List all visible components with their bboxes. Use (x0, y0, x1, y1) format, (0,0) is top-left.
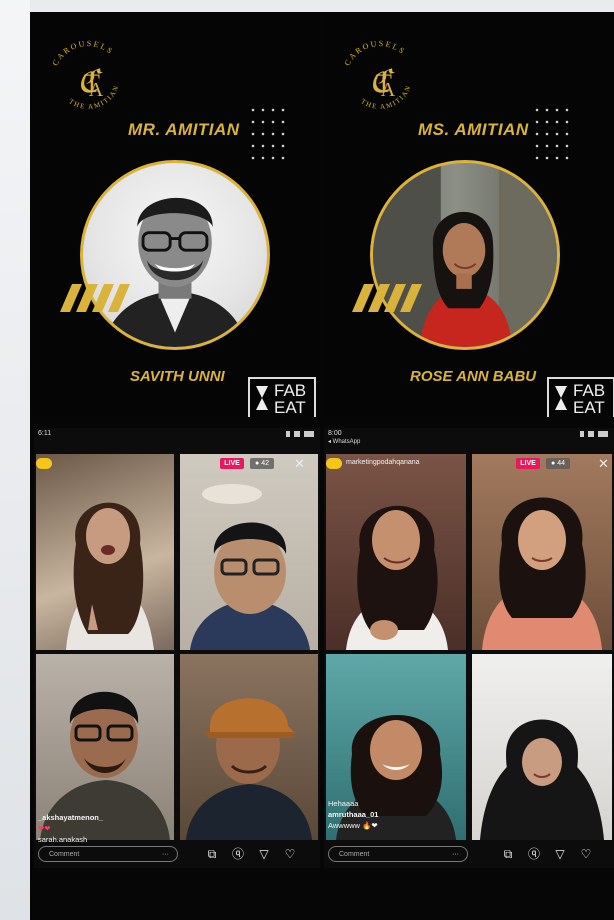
live-badge: LIVE (516, 458, 540, 469)
avatar[interactable] (36, 458, 52, 469)
poster-ms-amitian: CAROUSELS THE AMITIAN ℭ T A MS. AMITIAN … (322, 12, 614, 417)
viewer-count: ● 44 (546, 458, 570, 469)
heart-icon[interactable]: ♡ (282, 846, 298, 862)
avatar[interactable] (326, 458, 342, 469)
video-tile (326, 454, 466, 650)
viewer-count: ● 42 (250, 458, 274, 469)
heart-icon[interactable]: ♡ (578, 846, 594, 862)
portrait-photo (80, 160, 270, 350)
carousels-logo: CAROUSELS THE AMITIAN ℭ T A (343, 39, 412, 111)
fab-eat-logo: FAB EAT (248, 377, 316, 417)
poster-title: MR. AMITIAN (128, 120, 240, 139)
send-icon[interactable]: ▽ (256, 846, 272, 862)
svg-text:A: A (89, 79, 104, 101)
page-background (0, 0, 30, 920)
live-header: marketingpodahqanana LIVE ● 44 ✕ (326, 456, 612, 472)
fab-eat-logo: FAB EAT (547, 377, 614, 417)
comment-item: ❤❤ (38, 824, 51, 833)
svg-text:A: A (381, 79, 396, 101)
camera-flip-icon[interactable]: ⧉ (204, 846, 220, 862)
comment-input[interactable]: Comment ··· (328, 846, 468, 862)
close-icon[interactable]: ✕ (598, 456, 609, 472)
comment-bar: Comment ··· ⧉ ⓠ ▽ ♡ (38, 844, 316, 864)
status-icons (580, 431, 608, 437)
carousels-logo: CAROUSELS THE AMITIAN ℭ T A (51, 39, 120, 111)
question-icon[interactable]: ⓠ (526, 846, 542, 862)
comment-item: amruthaaa_01 (328, 810, 379, 819)
gold-stripes (60, 284, 130, 312)
comment-item: _akshayatmenon_ (38, 813, 104, 822)
live-header: LIVE ● 42 ✕ (36, 456, 318, 472)
comment-bar: Comment ··· ⧉ ⓠ ▽ ♡ (328, 844, 610, 864)
video-tile (472, 654, 612, 840)
contestant-name: SAVITH UNNI (130, 368, 225, 385)
status-time: 8:00 (328, 430, 342, 437)
hourglass-icon (256, 386, 268, 410)
video-tile (180, 454, 318, 650)
portrait-photo (370, 160, 560, 350)
camera-flip-icon[interactable]: ⧉ (500, 846, 516, 862)
host-handle[interactable]: marketingpodahqanana (346, 459, 420, 466)
status-app: ◂ WhatsApp (328, 439, 361, 445)
comment-item: Hehaaaa (328, 799, 359, 808)
comment-list: _akshayatmenon_ ❤❤ sarah.anakash (38, 812, 103, 845)
video-tile (36, 454, 174, 650)
contestant-name: ROSE ANN BABU (410, 368, 537, 385)
more-icon[interactable]: ··· (452, 847, 459, 863)
comment-list: Hehaaaa amruthaaa_01 Awwwww 🔥❤ (328, 798, 378, 831)
status-icons (286, 431, 314, 437)
status-time: 6:11 (38, 430, 52, 437)
dot-pattern (248, 104, 288, 162)
instagram-live-screenshot: 8:00 ◂ WhatsApp marketingpodahqanana LIV… (324, 428, 614, 868)
comment-item: Awwwww 🔥❤ (328, 821, 378, 830)
send-icon[interactable]: ▽ (552, 846, 568, 862)
video-tile (472, 454, 612, 650)
poster-mr-amitian: CAROUSELS THE AMITIAN ℭ T A MR. AMITIAN … (30, 12, 320, 417)
comment-input[interactable]: Comment ··· (38, 846, 178, 862)
poster-title: MS. AMITIAN (418, 120, 529, 139)
close-icon[interactable]: ✕ (294, 456, 305, 472)
hourglass-icon (555, 386, 567, 410)
live-badge: LIVE (220, 458, 244, 469)
more-icon[interactable]: ··· (162, 847, 169, 863)
video-tile (180, 654, 318, 840)
question-icon[interactable]: ⓠ (230, 846, 246, 862)
gold-stripes (352, 284, 422, 312)
instagram-live-screenshot: 6:11 LIVE ● 42 ✕ _akshayatmenon_ ❤❤ sara… (34, 428, 320, 868)
dot-pattern (532, 104, 572, 162)
